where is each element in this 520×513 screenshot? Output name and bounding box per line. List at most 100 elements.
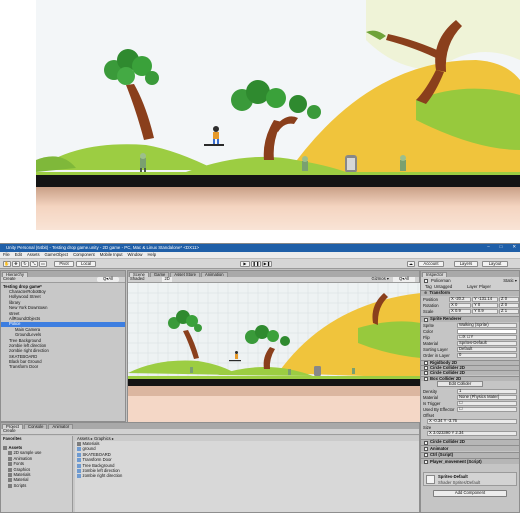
inspector-header: Policeman Static ▾ Tag Untagged Layer Pl… bbox=[421, 277, 519, 290]
tag-dropdown[interactable]: Untagged bbox=[434, 284, 452, 289]
menu-gameobject[interactable]: GameObject bbox=[45, 252, 69, 257]
box-collider-field-value[interactable]: X 3.023390 Y 2.34 bbox=[427, 431, 517, 436]
scene-search-input[interactable]: Q▾All bbox=[392, 277, 415, 282]
hierarchy-item[interactable]: Transform Door bbox=[1, 365, 125, 370]
transform-header[interactable]: ⊕ Transform bbox=[421, 290, 519, 296]
pause-button[interactable]: ❚❚ bbox=[251, 261, 261, 267]
rotation-x-field[interactable]: X 0 bbox=[449, 303, 471, 308]
hierarchy-create-button[interactable]: Create bbox=[3, 277, 16, 281]
project-create-button[interactable]: Create bbox=[3, 429, 16, 433]
door-object bbox=[345, 155, 357, 173]
active-checkbox[interactable] bbox=[424, 279, 428, 283]
sprite-field-value[interactable]: 0 bbox=[457, 353, 517, 358]
box-collider-field-value[interactable]: None (Physics Mater) bbox=[457, 395, 517, 400]
sprite-field-value[interactable]: ☐X ☐Y bbox=[457, 335, 517, 340]
component-checkbox[interactable] bbox=[424, 459, 428, 464]
box-collider-field-value[interactable]: ☐ bbox=[457, 407, 517, 412]
local-toggle[interactable]: Local bbox=[76, 261, 96, 267]
add-component-button[interactable]: Add Component bbox=[433, 490, 507, 497]
hierarchy-item-label: Police bbox=[9, 321, 21, 327]
folder-icon bbox=[77, 442, 81, 447]
box-collider-field-value[interactable]: ☐ bbox=[457, 401, 517, 406]
object-name-field[interactable]: Policeman bbox=[431, 278, 451, 283]
sprite-field-value[interactable]: Sprites-Default bbox=[457, 341, 517, 346]
hierarchy-search-input[interactable]: Q▾All bbox=[96, 277, 119, 282]
project-folder-item[interactable]: Scripts bbox=[1, 483, 72, 488]
component-checkbox[interactable] bbox=[424, 446, 428, 451]
cloud-button[interactable]: ☁ bbox=[407, 261, 415, 267]
sprite-field-value[interactable]: Walking (Sprite) bbox=[457, 323, 517, 328]
scale-y-field[interactable]: Y 0.9 bbox=[472, 309, 498, 314]
maximize-button[interactable]: □ bbox=[500, 244, 503, 249]
move-tool-button[interactable]: ✥ bbox=[12, 261, 20, 267]
component-header[interactable]: Circle Collider 2D bbox=[421, 439, 519, 445]
component-header[interactable]: Animator bbox=[421, 445, 519, 452]
layer-dropdown[interactable]: Player bbox=[479, 284, 491, 289]
asset-icon bbox=[77, 447, 81, 452]
hierarchy-item-label: zombie right direction bbox=[9, 348, 49, 354]
account-dropdown[interactable]: Account bbox=[418, 261, 444, 267]
menu-component[interactable]: Component bbox=[73, 252, 95, 257]
scale-tool-button[interactable]: ⤡ bbox=[30, 261, 38, 267]
gizmos-dropdown[interactable]: Gizmos ▾ bbox=[372, 277, 389, 281]
rotate-tool-button[interactable]: ↻ bbox=[21, 261, 29, 267]
rotation-y-field[interactable]: Y 0 bbox=[472, 303, 498, 308]
project-file-item[interactable]: zombie right direction bbox=[75, 474, 419, 479]
folder-icon bbox=[8, 456, 12, 461]
layout-dropdown[interactable]: Layout bbox=[482, 261, 508, 267]
box-collider-field-label: Used By Effector bbox=[423, 406, 455, 412]
rect-tool-button[interactable]: ▭ bbox=[39, 261, 47, 267]
sprite-field-value[interactable]: Default bbox=[457, 347, 517, 352]
hierarchy-item-label: Hollywood Street bbox=[9, 294, 41, 300]
menu-window[interactable]: Window bbox=[128, 252, 143, 257]
play-button[interactable]: ▶ bbox=[240, 261, 250, 267]
transform-icon: ⊕ bbox=[424, 290, 428, 296]
shading-mode-dropdown[interactable]: Shaded bbox=[130, 277, 144, 281]
component-header[interactable]: Ctrl (Script) bbox=[421, 451, 519, 458]
component-checkbox[interactable] bbox=[424, 440, 428, 445]
rotate-icon: ↻ bbox=[23, 260, 27, 266]
box-collider-field-value[interactable]: X -0.34 Y -3.76 bbox=[427, 419, 517, 424]
sprite-field-label: Material bbox=[423, 340, 438, 346]
component-checkbox[interactable] bbox=[424, 453, 428, 458]
favorites-label[interactable]: Favorites bbox=[3, 436, 22, 441]
minimize-button[interactable]: – bbox=[487, 244, 489, 249]
box-collider-field-value[interactable]: 1 bbox=[457, 389, 517, 394]
hierarchy-list: Testing drop game* CharacterRobotBoy Holly… bbox=[1, 284, 125, 370]
scale-x-field[interactable]: X 0.9 bbox=[449, 309, 471, 314]
hierarchy-item-label: New York Downtown bbox=[9, 305, 48, 311]
hand-icon: ✋ bbox=[4, 260, 10, 266]
asset-icon bbox=[77, 474, 81, 479]
menu-help[interactable]: Help bbox=[147, 252, 156, 257]
box-collider-field-label: Density bbox=[423, 388, 437, 394]
shader-label[interactable]: Shader Sprites/Default bbox=[438, 480, 480, 485]
sprite-renderer-checkbox[interactable] bbox=[424, 317, 428, 322]
position-y-field[interactable]: Y -131.14 bbox=[472, 297, 498, 302]
close-button[interactable]: ✕ bbox=[512, 244, 516, 249]
menu-mobile-input[interactable]: Mobile Input bbox=[100, 252, 123, 257]
asset-icon bbox=[77, 463, 81, 468]
edit-collider-button[interactable]: Edit Collider bbox=[437, 381, 483, 387]
component-header[interactable]: Box Collider 2D bbox=[421, 375, 519, 381]
sprite-field-value[interactable] bbox=[457, 329, 517, 334]
position-x-field[interactable]: X -20.2 bbox=[449, 297, 471, 302]
layers-dropdown[interactable]: Layers bbox=[454, 261, 478, 267]
menu-edit[interactable]: Edit bbox=[15, 252, 22, 257]
step-button[interactable]: ▶❚ bbox=[262, 261, 272, 267]
scale-z-field[interactable]: Z 1 bbox=[499, 309, 519, 314]
mode-2d-toggle[interactable]: 2D bbox=[162, 277, 172, 282]
rotation-z-field[interactable]: Z 0 bbox=[499, 303, 519, 308]
sprite-renderer-header[interactable]: Sprite Renderer bbox=[421, 316, 519, 322]
menu-assets[interactable]: Assets bbox=[27, 252, 40, 257]
scene-viewport[interactable] bbox=[128, 283, 421, 422]
component-checkbox[interactable] bbox=[424, 376, 428, 381]
pause-icon: ❚❚ bbox=[252, 260, 260, 266]
static-toggle[interactable]: Static ▾ bbox=[503, 278, 517, 283]
component-header[interactable]: Player_movement (Script) bbox=[421, 458, 519, 465]
menu-file[interactable]: File bbox=[3, 252, 10, 257]
sprite-field-label: Flip bbox=[423, 334, 430, 340]
pivot-toggle[interactable]: Pivot bbox=[54, 261, 74, 267]
cloud-icon: ☁ bbox=[408, 260, 414, 266]
position-z-field[interactable]: Z 0 bbox=[499, 297, 519, 302]
hand-tool-button[interactable]: ✋ bbox=[3, 261, 11, 267]
